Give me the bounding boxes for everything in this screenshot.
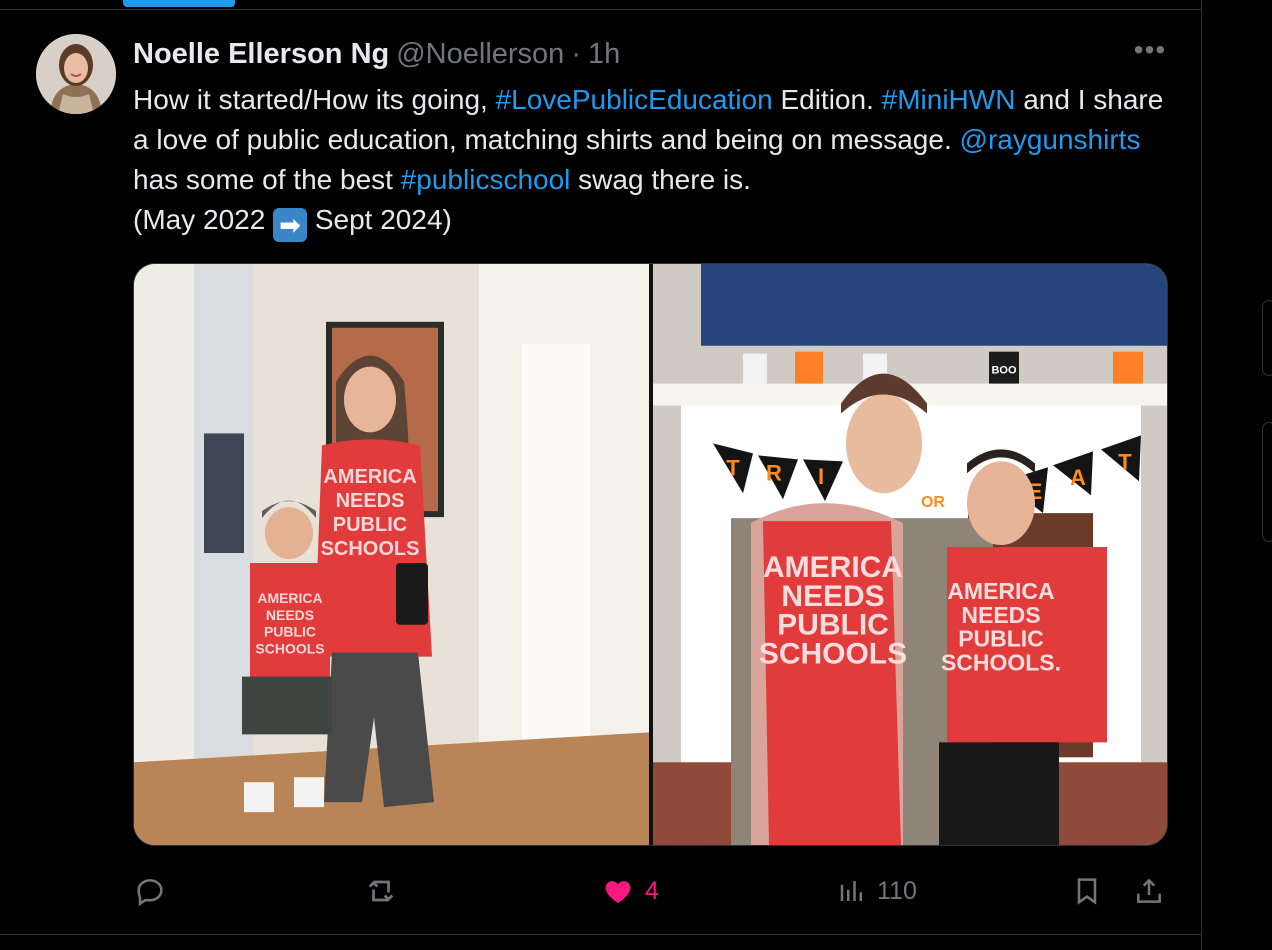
bucket-text: BOO	[991, 365, 1016, 377]
timeline-column: Noelle Ellerson Ng @Noellerson · 1h ••• …	[0, 0, 1202, 950]
right-arrow-emoji-icon: ➡	[273, 208, 308, 242]
bookmark-icon	[1077, 878, 1097, 905]
hashtag-publicschool[interactable]: #publicschool	[401, 164, 571, 195]
tweet-text-segment: Sept 2024)	[307, 204, 452, 235]
tweet-text-segment: has some of the best	[133, 164, 401, 195]
shirt-text-right-child: AMERICA	[947, 578, 1054, 604]
photo-right[interactable]: BOO T R I OR E A T AMERICA NEEDS PUBLIC …	[653, 264, 1168, 845]
shirt-text-left-adult: PUBLIC	[333, 514, 407, 536]
like-count: 4	[645, 876, 659, 905]
reply-button[interactable]	[133, 868, 177, 914]
share-icon	[1137, 878, 1161, 903]
view-count: 110	[877, 876, 917, 905]
divider-top	[0, 9, 1201, 10]
banner-letter: T	[1118, 449, 1132, 474]
banner-letter: R	[766, 460, 782, 485]
tweet-text: How it started/How its going, #LovePubli…	[133, 80, 1183, 242]
tweet-text-segment: Edition.	[772, 84, 882, 115]
header-separator: ·	[571, 37, 581, 70]
shirt-text-left-child: AMERICA	[257, 590, 322, 606]
repost-button[interactable]	[363, 868, 409, 914]
tweet-media[interactable]: AMERICA NEEDS PUBLIC SCHOOLS AMERICA NEE…	[133, 263, 1168, 846]
tweet-header: Noelle Ellerson Ng @Noellerson · 1h	[133, 36, 620, 72]
photo-left[interactable]: AMERICA NEEDS PUBLIC SCHOOLS AMERICA NEE…	[134, 264, 649, 845]
banner-letter: T	[726, 455, 740, 480]
shirt-text-right-child: PUBLIC	[958, 626, 1044, 652]
side-panel-edge	[1262, 422, 1272, 542]
shirt-text-left-adult: SCHOOLS	[321, 538, 420, 560]
shirt-text-left-child: SCHOOLS	[255, 641, 324, 657]
views-button[interactable]: 110	[837, 868, 917, 914]
shirt-text-right-child: SCHOOLS.	[941, 650, 1061, 676]
author-name[interactable]: Noelle Ellerson Ng	[133, 38, 389, 71]
reply-icon	[137, 879, 163, 907]
mention-raygunshirts[interactable]: @raygunshirts	[960, 124, 1141, 155]
share-button[interactable]	[1133, 868, 1165, 914]
like-button[interactable]: 4	[601, 868, 659, 914]
hashtag-lovepubliceducation[interactable]: #LovePublicEducation	[496, 84, 773, 115]
banner-letter: OR	[921, 494, 945, 511]
author-avatar[interactable]	[36, 34, 116, 114]
shirt-text-left-child: NEEDS	[266, 607, 314, 623]
banner-letter: A	[1070, 465, 1086, 490]
shirt-text-right-adult: SCHOOLS	[759, 638, 907, 671]
repost-icon	[368, 880, 394, 902]
side-panel-edge	[1262, 300, 1272, 376]
tweet-text-segment: How it started/How its going,	[133, 84, 496, 115]
tweet-actions: 4 110	[133, 868, 1183, 914]
shirt-text-left-adult: AMERICA	[323, 466, 416, 488]
banner-letter: I	[818, 464, 824, 489]
tweet-text-segment: (May 2022	[133, 204, 274, 235]
shirt-text-left-child: PUBLIC	[264, 624, 316, 640]
bookmark-button[interactable]	[1071, 868, 1103, 914]
views-icon	[840, 881, 862, 901]
divider-bottom	[0, 934, 1201, 935]
author-handle[interactable]: @Noellerson	[396, 38, 564, 71]
hashtag-minihwn[interactable]: #MiniHWN	[882, 84, 1016, 115]
tweet-text-segment: swag there is.	[570, 164, 751, 195]
tweet-time[interactable]: 1h	[588, 38, 620, 71]
shirt-text-right-child: NEEDS	[961, 602, 1040, 628]
active-tab-indicator	[123, 0, 235, 7]
heart-icon	[605, 881, 631, 904]
shirt-text-left-adult: NEEDS	[336, 490, 405, 512]
more-options-icon[interactable]: •••	[1130, 36, 1170, 68]
